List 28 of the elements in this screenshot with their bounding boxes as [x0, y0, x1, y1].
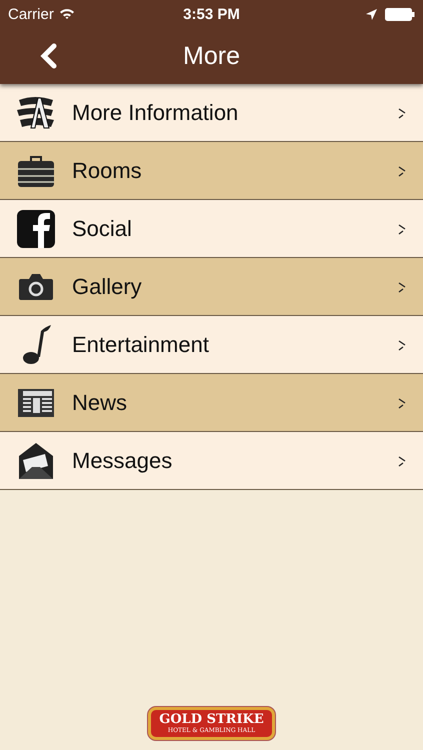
menu-label: Social [72, 216, 133, 242]
brush-letter-icon [17, 96, 55, 130]
facebook-icon [16, 208, 56, 248]
battery-icon [385, 8, 415, 20]
menu-label: Messages [72, 448, 174, 474]
music-note-icon [21, 324, 51, 364]
menu-row[interactable]: News [0, 374, 423, 432]
menu-row[interactable]: Rooms [0, 142, 423, 200]
status-time: 3:53 PM [183, 6, 240, 22]
menu-label: News [72, 390, 128, 416]
envelope-icon [18, 442, 54, 480]
camera-icon [18, 272, 54, 300]
menu-row[interactable]: Messages [0, 432, 423, 490]
wifi-icon [58, 8, 75, 20]
menu-row[interactable]: Entertainment [0, 316, 423, 374]
newspaper-icon [17, 388, 55, 418]
menu-label: Rooms [72, 158, 143, 184]
carrier-label: Carrier [8, 6, 54, 22]
menu-label: Gallery [72, 274, 143, 300]
menu-row[interactable]: Gallery [0, 258, 423, 316]
screen-title: More [183, 42, 240, 70]
menu-label: More Information [72, 100, 240, 126]
logo-name: GOLD STRIKE [159, 713, 264, 727]
menu-row[interactable]: More Information [0, 84, 423, 142]
location-icon [366, 8, 377, 20]
menu-label: Entertainment [72, 332, 210, 358]
suitcase-icon [17, 154, 55, 188]
menu-row[interactable]: Social [0, 200, 423, 258]
